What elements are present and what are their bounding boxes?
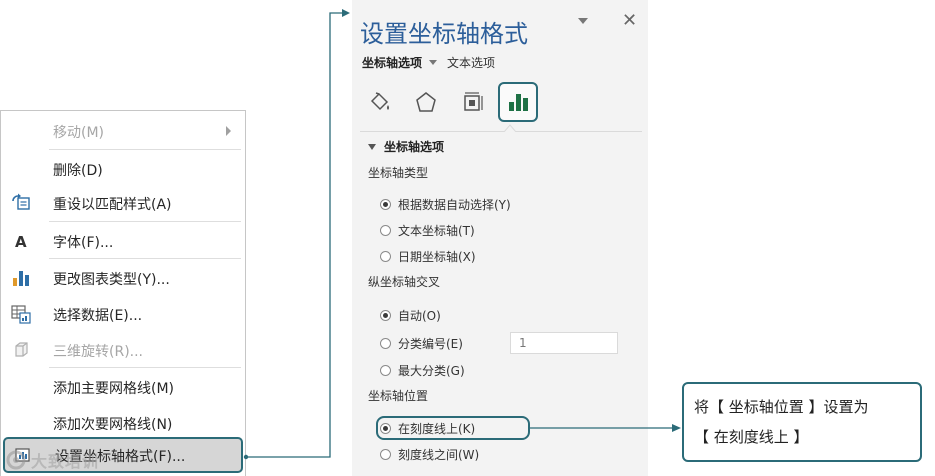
menu-item-move[interactable]: 移动(M)	[1, 113, 245, 149]
menu-item-label: 更改图表类型(Y)...	[53, 272, 170, 288]
menu-separator	[49, 367, 241, 368]
menu-item-label: 删除(D)	[53, 163, 103, 179]
watermark-text: 大致培训	[31, 452, 100, 471]
menu-item-label: 字体(F)...	[53, 235, 114, 251]
radio-button-checked[interactable]	[380, 309, 391, 321]
radio-label: 最大分类(G)	[398, 363, 465, 378]
tab-axis-options[interactable]: 坐标轴选项	[362, 54, 422, 71]
menu-separator	[49, 221, 241, 222]
section-title: 坐标轴选项	[384, 140, 445, 154]
menu-item-3d-rotation[interactable]: 三维旋转(R)...	[1, 332, 245, 368]
menu-item-change-chart-type[interactable]: 更改图表类型(Y)...	[1, 260, 245, 296]
collapse-triangle-icon	[368, 143, 376, 150]
connector-menu-to-pane	[246, 12, 342, 458]
pane-tabs: 坐标轴选项 文本选项	[362, 54, 495, 71]
callout-line: 将【 坐标轴位置 】设置为	[694, 398, 869, 416]
submenu-arrow-icon	[226, 126, 231, 136]
section-axis-options[interactable]: 坐标轴选项	[368, 138, 444, 155]
radio-category-number[interactable]: 分类编号(E)	[380, 334, 463, 352]
radio-button-checked[interactable]	[380, 422, 391, 434]
menu-item-delete[interactable]: 删除(D)	[1, 151, 245, 187]
close-icon[interactable]: ✕	[622, 10, 637, 31]
menu-separator	[49, 149, 241, 150]
pane-divider	[360, 131, 642, 132]
arrowhead-icon	[342, 9, 350, 17]
watermark: 大致培训	[5, 444, 99, 476]
menu-item-add-minor-gridlines[interactable]: 添加次要网格线(N)	[1, 405, 245, 441]
radio-label: 日期坐标轴(X)	[398, 249, 476, 264]
menu-item-label: 三维旋转(R)...	[53, 344, 144, 360]
radio-text-axis[interactable]: 文本坐标轴(T)	[380, 221, 475, 239]
radio-label: 分类编号(E)	[398, 336, 463, 351]
radio-button-checked[interactable]	[380, 198, 391, 210]
radio-crosses-auto[interactable]: 自动(O)	[380, 306, 441, 324]
format-axis-pane: 设置坐标轴格式 ✕ 坐标轴选项 文本选项 坐标轴选项 坐标轴类型 根据数据自动选…	[352, 0, 648, 476]
radio-date-axis[interactable]: 日期坐标轴(X)	[380, 247, 476, 265]
pane-title: 设置坐标轴格式	[360, 20, 528, 48]
pane-options-dropdown-icon[interactable]	[578, 18, 588, 24]
chevron-down-icon[interactable]	[429, 60, 438, 65]
select-data-icon	[11, 304, 31, 324]
bar-chart-icon	[11, 268, 31, 288]
fill-line-icon[interactable]	[360, 82, 400, 122]
reset-style-icon	[11, 193, 31, 213]
tab-text-options[interactable]: 文本选项	[447, 54, 495, 71]
watermark-logo-icon	[6, 450, 26, 470]
radio-label: 文本坐标轴(T)	[398, 223, 475, 238]
svg-text:A: A	[15, 233, 27, 251]
context-menu: 移动(M) 删除(D) 重设以匹配样式(A) A 字体(F)... 更改图表类型…	[0, 110, 246, 476]
category-number-input[interactable]: 1	[510, 332, 618, 354]
menu-item-label: 重设以匹配样式(A)	[53, 197, 172, 213]
radio-button[interactable]	[380, 448, 391, 460]
callout-line: 【 在刻度线上 】	[694, 428, 809, 446]
radio-button[interactable]	[380, 337, 391, 349]
menu-item-reset-style[interactable]: 重设以匹配样式(A)	[1, 185, 245, 221]
menu-item-font[interactable]: A 字体(F)...	[1, 223, 245, 259]
group-label-axis-type: 坐标轴类型	[368, 166, 429, 180]
group-label-axis-position: 坐标轴位置	[368, 389, 429, 403]
effects-icon[interactable]	[406, 82, 446, 122]
instruction-callout: 将【 坐标轴位置 】设置为 【 在刻度线上 】	[682, 382, 922, 462]
3d-rotation-icon	[11, 340, 31, 360]
radio-button[interactable]	[380, 250, 391, 262]
radio-button[interactable]	[380, 224, 391, 236]
radio-button[interactable]	[380, 364, 391, 376]
size-properties-icon[interactable]	[452, 82, 492, 122]
menu-item-label: 添加主要网格线(M)	[53, 381, 175, 397]
pane-category-icons	[360, 78, 640, 128]
font-icon: A	[11, 231, 31, 251]
radio-label: 根据数据自动选择(Y)	[398, 197, 511, 212]
menu-item-label: 添加次要网格线(N)	[53, 417, 173, 433]
menu-item-label: 选择数据(E)...	[53, 308, 143, 324]
radio-label: 自动(O)	[398, 308, 441, 323]
radio-on-tick-marks[interactable]: 在刻度线上(K)	[380, 419, 475, 437]
radio-max-category[interactable]: 最大分类(G)	[380, 361, 465, 379]
radio-label: 在刻度线上(K)	[398, 421, 476, 436]
axis-options-icon[interactable]	[498, 82, 538, 122]
menu-separator	[49, 258, 241, 259]
group-label-axis-crosses: 纵坐标轴交叉	[368, 275, 441, 289]
radio-label: 刻度线之间(W)	[398, 447, 480, 462]
arrowhead-icon	[672, 424, 681, 432]
tab-pointer-icon	[504, 124, 516, 132]
menu-item-select-data[interactable]: 选择数据(E)...	[1, 296, 245, 332]
radio-auto-select[interactable]: 根据数据自动选择(Y)	[380, 195, 511, 213]
menu-item-add-major-gridlines[interactable]: 添加主要网格线(M)	[1, 369, 245, 405]
menu-item-label: 移动(M)	[53, 125, 105, 141]
radio-between-tick-marks[interactable]: 刻度线之间(W)	[380, 445, 479, 463]
